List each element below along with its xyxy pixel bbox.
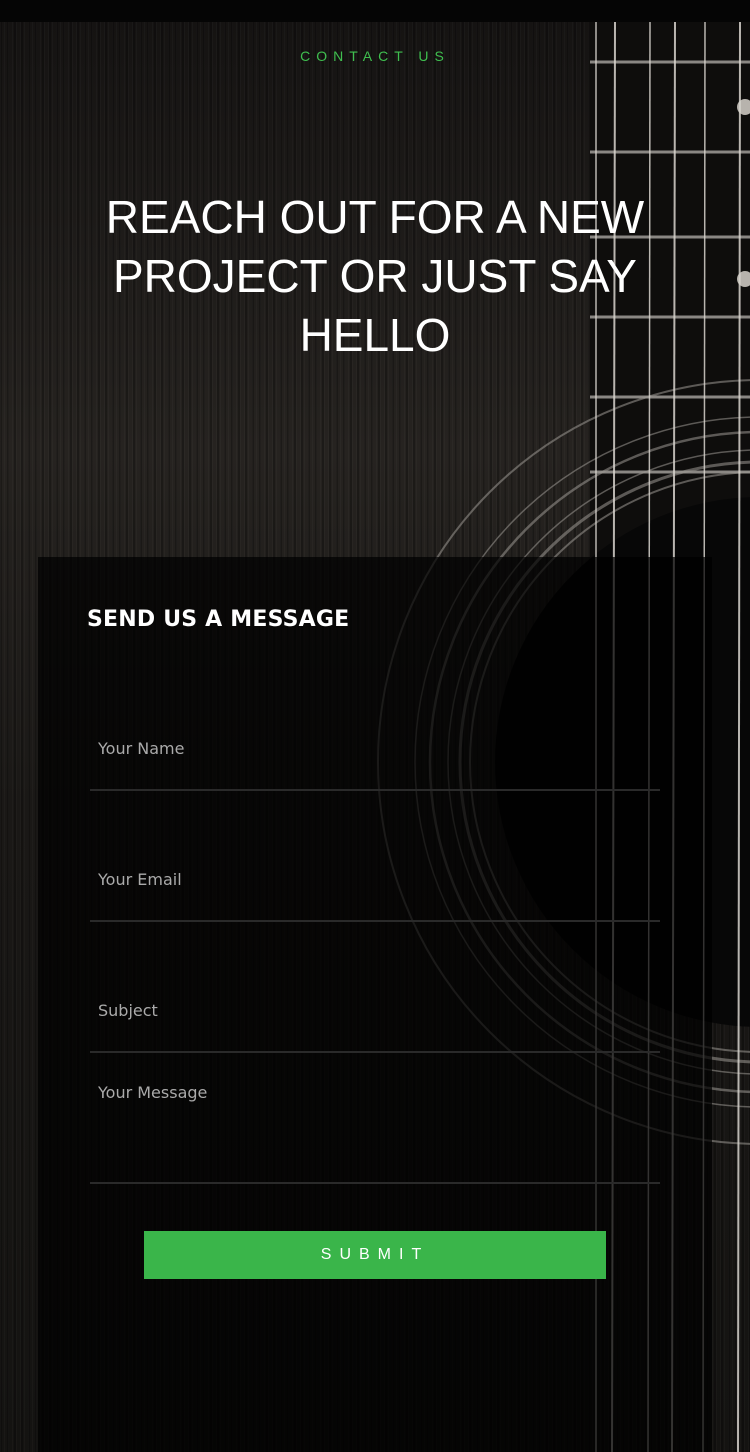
message-field [90,1057,660,1184]
contact-us-eyebrow: CONTACT US [300,48,450,64]
message-textarea[interactable] [90,1057,660,1182]
subject-input[interactable] [90,970,660,1051]
hero-headline: REACH OUT FOR A NEW PROJECT OR JUST SAY … [105,191,645,361]
subject-field [90,970,660,1053]
email-field [90,839,660,922]
submit-button[interactable]: SUBMIT [144,1231,606,1279]
email-input[interactable] [90,839,660,920]
name-input[interactable] [90,707,660,789]
contact-form-panel: SEND US A MESSAGE SUBMIT [38,557,712,1452]
name-field [90,707,660,791]
form-title: SEND US A MESSAGE [87,607,350,632]
top-bar [0,0,750,22]
